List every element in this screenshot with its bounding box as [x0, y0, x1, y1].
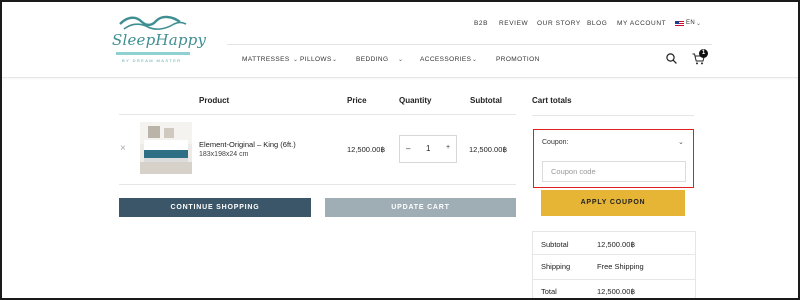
totals-table: Subtotal 12,500.00฿ Shipping Free Shippi…	[532, 231, 696, 298]
nav-pillows-chevron-icon: ⌄	[293, 57, 299, 63]
cart-count-badge: 1	[699, 49, 708, 58]
shipping-label: Shipping	[541, 262, 571, 271]
cart-totals-rule	[532, 115, 694, 116]
quantity-minus-button[interactable]: –	[406, 144, 410, 153]
mattress-image-icon	[140, 122, 192, 174]
site-header: SleepHappy BY DREAM MASTER B2B REVIEW OU…	[2, 2, 798, 78]
header-quantity: Quantity	[399, 96, 432, 105]
continue-shopping-button[interactable]: CONTINUE SHOPPING	[119, 198, 311, 217]
language-chevron-icon: ⌄	[696, 21, 702, 27]
shipping-value: Free Shipping	[597, 262, 644, 271]
language-selector[interactable]: EN	[686, 20, 695, 26]
nav-accessories[interactable]: ACCESSORIES	[420, 56, 471, 63]
product-price: 12,500.00฿	[347, 145, 386, 154]
top-nav-my-account[interactable]: MY ACCOUNT	[617, 20, 666, 27]
nav-pillows[interactable]: PILLOWS	[300, 56, 332, 63]
logo-waves-icon	[119, 15, 187, 30]
update-cart-button[interactable]: UPDATE CART	[325, 198, 516, 217]
nav-bedding[interactable]: BEDDING	[356, 56, 388, 63]
totals-row-rule	[533, 254, 695, 255]
top-nav-b2b[interactable]: B2B	[474, 20, 488, 27]
nav-promotion[interactable]: PROMOTION	[496, 56, 540, 63]
search-icon[interactable]	[666, 53, 677, 64]
apply-coupon-button[interactable]: APPLY COUPON	[541, 190, 685, 216]
quantity-plus-button[interactable]: +	[446, 144, 450, 151]
product-name[interactable]: Element-Original – King (6ft.)	[199, 140, 296, 149]
nav-bedding-chevron-icon[interactable]: ⌄	[398, 56, 403, 63]
remove-item-icon[interactable]: ×	[120, 143, 126, 154]
product-thumbnail[interactable]	[140, 122, 192, 174]
subtotal-label: Subtotal	[541, 240, 569, 249]
coupon-code-input[interactable]: Coupon code	[542, 161, 686, 182]
table-header-rule	[119, 114, 516, 115]
header-product: Product	[199, 96, 230, 105]
logo[interactable]: SleepHappy BY DREAM MASTER	[112, 14, 206, 66]
logo-wordmark: SleepHappy	[112, 31, 207, 49]
header-price: Price	[347, 96, 367, 105]
product-subtotal: 12,500.00฿	[469, 145, 508, 154]
nav-pillows-dropdown-icon[interactable]: ⌄	[332, 56, 337, 63]
logo-tagline: BY DREAM MASTER	[122, 58, 182, 63]
us-flag-icon[interactable]	[675, 21, 684, 27]
quantity-stepper[interactable]: – 1 +	[399, 135, 457, 163]
totals-row-rule	[533, 279, 695, 280]
total-label: Total	[541, 287, 557, 296]
nav-mattresses[interactable]: MATTRESSES	[242, 56, 290, 63]
logo-underline	[116, 52, 190, 55]
coupon-label[interactable]: Coupon:	[542, 139, 568, 146]
cart-totals-title: Cart totals	[532, 96, 572, 105]
coupon-chevron-icon[interactable]: ⌄	[678, 138, 684, 146]
header-divider	[227, 44, 712, 45]
table-row-rule	[119, 184, 516, 185]
product-size: 183x198x24 cm	[199, 151, 249, 158]
coupon-panel: Coupon: ⌄ Coupon code	[533, 129, 694, 188]
total-value: 12,500.00฿	[597, 287, 636, 296]
quantity-input[interactable]: 1	[426, 144, 430, 153]
header-subtotal: Subtotal	[470, 96, 502, 105]
top-nav-blog[interactable]: BLOG	[587, 20, 607, 27]
subtotal-value: 12,500.00฿	[597, 240, 636, 249]
top-nav-our-story[interactable]: OUR STORY	[537, 20, 581, 27]
nav-accessories-chevron-icon[interactable]: ⌄	[472, 56, 477, 63]
top-nav-review[interactable]: REVIEW	[499, 20, 528, 27]
page-frame: SleepHappy BY DREAM MASTER B2B REVIEW OU…	[0, 0, 800, 300]
